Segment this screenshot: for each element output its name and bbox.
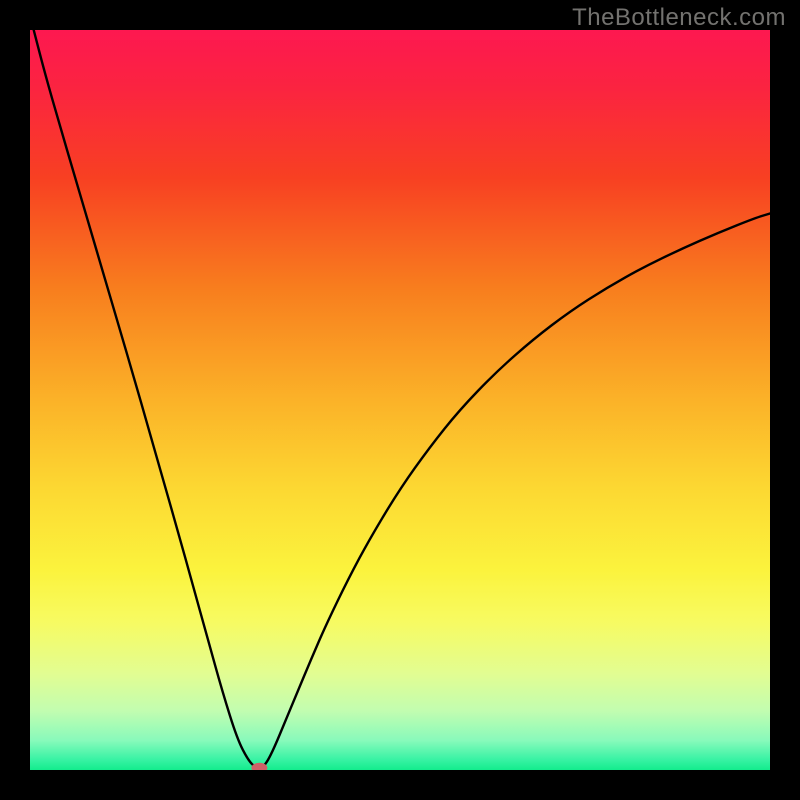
- chart-frame: [30, 30, 770, 770]
- watermark-text: TheBottleneck.com: [572, 4, 786, 32]
- bottleneck-chart: [30, 30, 770, 770]
